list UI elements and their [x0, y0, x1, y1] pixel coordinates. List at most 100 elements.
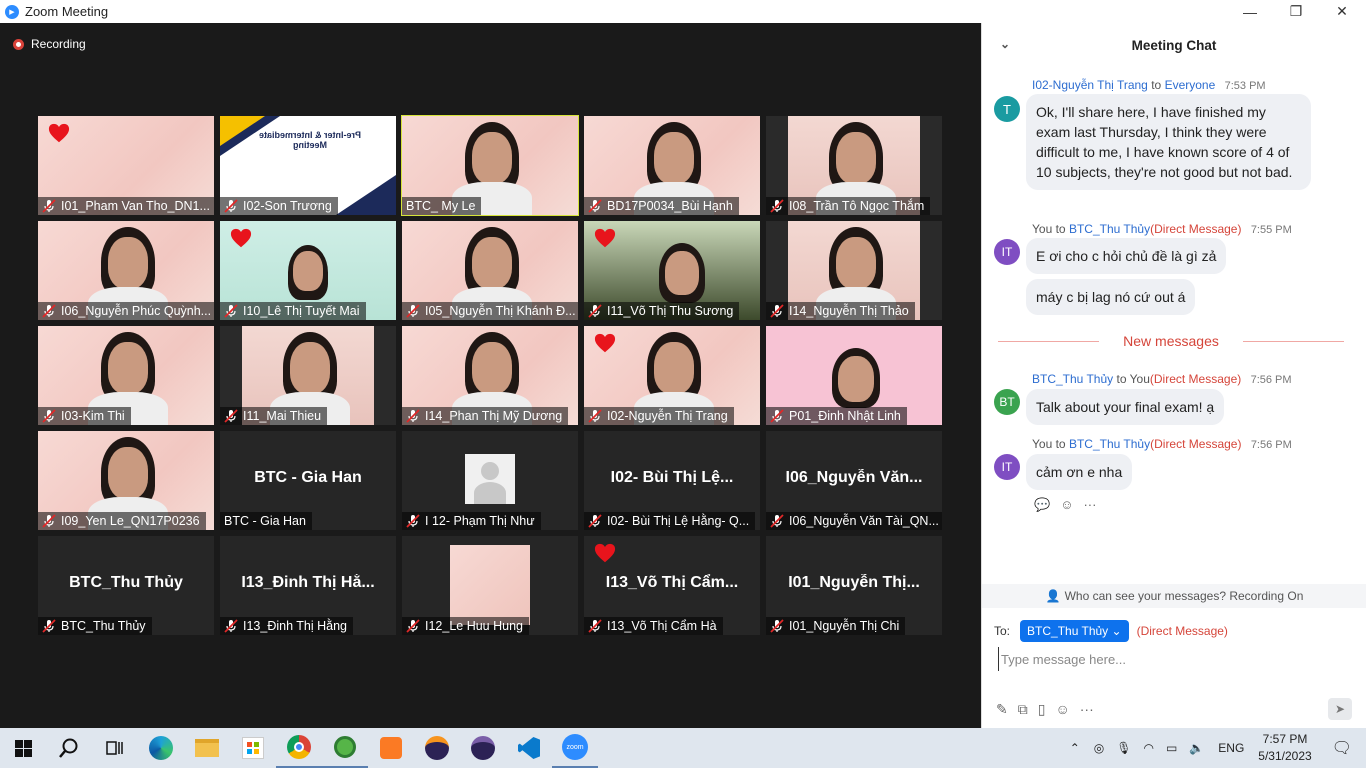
participant-tile[interactable]: I13_Đinh Thị Hằ... I13_Đinh Thị Hằng: [220, 536, 396, 635]
message-input[interactable]: [998, 647, 1348, 671]
xampp-icon[interactable]: [368, 728, 414, 768]
participant-tile[interactable]: I01_Nguyễn Thị... I01_Nguyễn Thị Chi: [766, 536, 942, 635]
participant-tile[interactable]: I10_Lê Thị Tuyết Mai: [220, 221, 396, 320]
message-sender[interactable]: I02-Nguyễn Thị Trang: [1032, 78, 1148, 92]
participant-name-tag: I13_Đinh Thị Hằng: [220, 617, 354, 635]
coccoc-icon[interactable]: [322, 728, 368, 768]
participant-tile[interactable]: I08_Trần Tô Ngọc Thắm: [766, 116, 942, 215]
volume-icon[interactable]: 🔈: [1189, 741, 1204, 755]
participant-tile[interactable]: BTC_Thu Thủy BTC_Thu Thủy: [38, 536, 214, 635]
muted-microphone-icon: [42, 304, 56, 318]
participant-name: I13_Võ Thị Cẩm Hà: [607, 619, 717, 633]
message-recipient[interactable]: BTC_Thu Thủy: [1069, 437, 1150, 451]
chevron-up-icon[interactable]: ⌃: [1070, 741, 1080, 755]
muted-microphone-icon: [42, 514, 56, 528]
muted-microphone-icon: [770, 304, 784, 318]
language-indicator[interactable]: ENG: [1218, 741, 1244, 755]
notifications-icon[interactable]: 🗨: [1332, 738, 1352, 758]
visibility-notice[interactable]: 👤 Who can see your messages? Recording O…: [982, 584, 1366, 608]
task-view-icon[interactable]: [92, 728, 138, 768]
participant-name-tag: BD17P0034_Bùi Hạnh: [584, 197, 739, 215]
participant-name: I 12- Phạm Thị Như: [425, 514, 535, 528]
emoji-icon[interactable]: ☺: [1055, 701, 1069, 718]
participant-tile[interactable]: BD17P0034_Bùi Hạnh: [584, 116, 760, 215]
chat-title: Meeting Chat: [1131, 37, 1217, 53]
avatar: IT: [994, 454, 1020, 480]
clock-time: 7:57 PM: [1262, 732, 1308, 746]
participant-name: I12_Le Huu Hung: [425, 619, 523, 633]
message-to-word: to: [1055, 222, 1066, 236]
wifi-icon[interactable]: ◠: [1144, 741, 1154, 755]
more-icon[interactable]: ···: [1083, 497, 1096, 513]
participant-tile[interactable]: I02- Bùi Thị Lệ... I02- Bùi Thị Lệ Hằng- …: [584, 431, 760, 530]
clock[interactable]: 7:57 PM 5/31/2023: [1258, 731, 1311, 765]
message-time: 7:55 PM: [1250, 224, 1292, 236]
participant-tile[interactable]: BTC_ My Le: [401, 115, 579, 216]
participant-tile[interactable]: I09_Yen Le_QN17P0236: [38, 431, 214, 530]
participant-tile[interactable]: I01_Pham Van Tho_DN1...: [38, 116, 214, 215]
heart-reaction-icon: [594, 543, 616, 563]
message-recipient[interactable]: Everyone: [1165, 78, 1216, 92]
eclipse-icon[interactable]: [414, 728, 460, 768]
more-icon[interactable]: ···: [1080, 701, 1094, 718]
recording-indicator[interactable]: Recording: [13, 37, 86, 51]
battery-icon[interactable]: ▭: [1166, 741, 1177, 755]
participant-name: I02-Nguyễn Thị Trang: [607, 409, 728, 423]
participant-tile[interactable]: I 12- Phạm Thị Như: [402, 431, 578, 530]
participant-name: I01_Pham Van Tho_DN1...: [61, 199, 210, 213]
avatar: BT: [994, 389, 1020, 415]
format-icon[interactable]: ✎: [996, 701, 1008, 718]
send-button[interactable]: ➤: [1328, 698, 1352, 720]
search-icon[interactable]: [46, 728, 92, 768]
microphone-icon[interactable]: 🎙: [1116, 741, 1131, 755]
participant-tile[interactable]: I11_Võ Thị Thu Sương: [584, 221, 760, 320]
store-icon[interactable]: [230, 728, 276, 768]
maximize-button[interactable]: ❐: [1273, 0, 1319, 23]
vscode-icon[interactable]: [506, 728, 552, 768]
participant-tile[interactable]: I03-Kim Thi: [38, 326, 214, 425]
muted-microphone-icon: [224, 304, 238, 318]
screenshot-icon[interactable]: ⧉: [1018, 701, 1028, 718]
camera-icon[interactable]: ◎: [1094, 741, 1104, 755]
windows-start-icon[interactable]: [0, 728, 46, 768]
participant-tile[interactable]: I02-Nguyễn Thị Trang: [584, 326, 760, 425]
message-meta: You to BTC_Thu Thủy(Direct Message) 7:56…: [1032, 437, 1292, 451]
participant-tile[interactable]: I05_Nguyễn Thị Khánh Đ...: [402, 221, 578, 320]
direct-message-tag: (Direct Message): [1150, 222, 1242, 236]
participant-tile[interactable]: I14_Nguyễn Thị Thảo: [766, 221, 942, 320]
participant-tile[interactable]: I12_Le Huu Hung: [402, 536, 578, 635]
participant-tile[interactable]: I13_Võ Thị Cẩm... I13_Võ Thị Cẩm Hà: [584, 536, 760, 635]
message-meta: BTC_Thu Thủy to You(Direct Message) 7:56…: [1032, 372, 1292, 386]
participant-tile[interactable]: I06_Nguyễn Phúc Quỳnh...: [38, 221, 214, 320]
participant-tile[interactable]: P01_Đinh Nhật Linh: [766, 326, 942, 425]
minimize-button[interactable]: —: [1227, 0, 1273, 23]
participant-tile[interactable]: I14_Phan Thị Mỹ Dương: [402, 326, 578, 425]
eclipse-icon[interactable]: [460, 728, 506, 768]
participant-tile[interactable]: Pre-Inter & Intermediate Meeting I02-Son …: [220, 116, 396, 215]
reply-icon[interactable]: 💬: [1034, 497, 1050, 513]
chat-toolbar: ✎ ⧉ ▯ ☺ ···: [996, 701, 1094, 718]
add-reaction-icon[interactable]: ☺: [1060, 497, 1073, 513]
participant-name: I03-Kim Thi: [61, 409, 125, 423]
message-recipient[interactable]: BTC_Thu Thủy: [1069, 222, 1150, 236]
chevron-down-icon[interactable]: ⌄: [1000, 37, 1010, 51]
close-button[interactable]: ✕: [1319, 0, 1365, 23]
participant-name: I13_Đinh Thị Hằng: [243, 619, 348, 633]
participant-name: BTC_ My Le: [406, 199, 476, 213]
participant-name-tag: I14_Phan Thị Mỹ Dương: [402, 407, 569, 425]
chat-header: ⌄ Meeting Chat: [982, 23, 1366, 67]
chrome-icon[interactable]: [276, 728, 322, 768]
message-sender[interactable]: BTC_Thu Thủy: [1032, 372, 1113, 386]
file-icon[interactable]: ▯: [1038, 701, 1046, 718]
edge-icon[interactable]: [138, 728, 184, 768]
participant-name-tag: I03-Kim Thi: [38, 407, 131, 425]
participant-tile[interactable]: BTC - Gia Han BTC - Gia Han: [220, 431, 396, 530]
zoom-icon[interactable]: zoom: [552, 728, 598, 768]
recipient-dropdown[interactable]: BTC_Thu Thủy ⌄: [1020, 620, 1129, 642]
participant-name-tag: I12_Le Huu Hung: [402, 617, 529, 635]
file-explorer-icon[interactable]: [184, 728, 230, 768]
message-time: 7:56 PM: [1250, 439, 1292, 451]
participant-tile[interactable]: I06_Nguyễn Văn... I06_Nguyễn Văn Tài_QN..…: [766, 431, 942, 530]
participant-tile[interactable]: I11_Mai Thieu: [220, 326, 396, 425]
participant-name: I05_Nguyễn Thị Khánh Đ...: [425, 304, 576, 318]
